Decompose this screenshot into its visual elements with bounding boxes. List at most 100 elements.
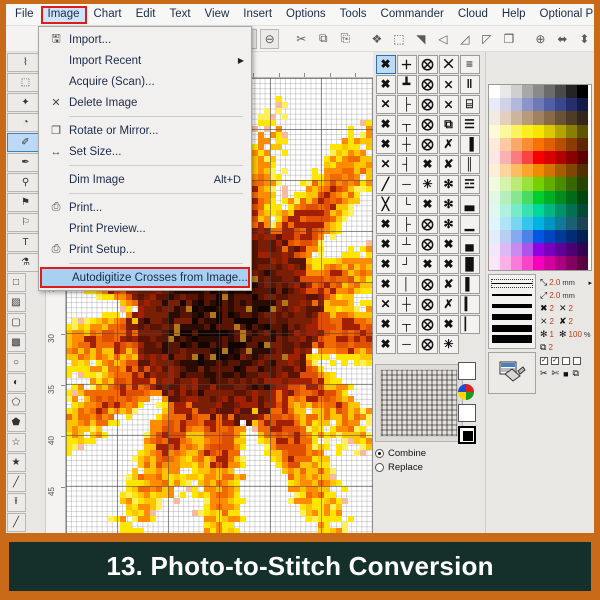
star-filled-icon[interactable]: ★	[6, 452, 26, 472]
stitch-cell[interactable]: ┘	[396, 254, 417, 274]
color-cell[interactable]	[566, 124, 577, 138]
color-cell[interactable]	[511, 164, 522, 178]
stitch-cell[interactable]: ▄	[459, 234, 480, 254]
color-cell[interactable]	[544, 137, 555, 151]
paste-icon[interactable]: ⎘	[336, 29, 355, 49]
color-cell[interactable]	[522, 164, 533, 178]
check-2[interactable]: ✓	[551, 356, 559, 365]
color-cell[interactable]	[555, 98, 566, 112]
color-wheel-icon[interactable]	[458, 384, 474, 400]
color-cell[interactable]	[500, 85, 511, 99]
stitch-cell[interactable]: ✖	[375, 214, 396, 234]
stitch-cell[interactable]: ⨉	[438, 54, 459, 74]
menu-help[interactable]: Help	[495, 6, 533, 24]
color-cell[interactable]	[566, 177, 577, 191]
stitch-cell[interactable]: ✳	[417, 174, 438, 194]
color-cell[interactable]	[533, 230, 544, 244]
mirror-right-icon[interactable]: ◸	[477, 29, 496, 49]
menu-view[interactable]: View	[198, 6, 237, 24]
color-cell[interactable]	[522, 137, 533, 151]
stitch-cell[interactable]: ▃	[459, 194, 480, 214]
selected-color-swatch[interactable]	[458, 426, 476, 444]
color-cell[interactable]	[489, 150, 500, 165]
color-cell[interactable]	[566, 85, 577, 99]
distribute-h-icon[interactable]: ⬌	[553, 29, 572, 49]
image-menu-dropdown[interactable]: 🖫 Import... Import Recent ▶ Acquire (Scan)..…	[38, 26, 252, 291]
line-icon[interactable]: ╱	[6, 472, 26, 492]
foreground-swatch[interactable]	[458, 362, 476, 380]
menu-text[interactable]: Text	[162, 6, 197, 24]
stitch-cell[interactable]: ✻	[438, 194, 459, 214]
copy-icon[interactable]: ⧉	[314, 29, 333, 49]
color-cell[interactable]	[544, 98, 555, 112]
rounded-rect-filled-icon[interactable]: ▩	[6, 332, 26, 352]
color-cell[interactable]	[544, 216, 555, 231]
color-cell[interactable]	[544, 230, 555, 244]
stitch-cell[interactable]: ✘	[438, 274, 459, 294]
check-3[interactable]	[562, 356, 570, 365]
stitch-cell[interactable]: ╳	[375, 194, 396, 214]
star-icon[interactable]: ☆	[6, 432, 26, 452]
color-cell[interactable]	[522, 177, 533, 191]
stitch-cell[interactable]: ✖	[417, 254, 438, 274]
color-cell[interactable]	[566, 150, 577, 165]
stitch-cell[interactable]: ✖	[375, 334, 396, 354]
color-cell[interactable]	[555, 256, 566, 270]
color-cell[interactable]	[522, 85, 533, 99]
color-cell[interactable]	[544, 256, 555, 270]
color-cell[interactable]	[555, 190, 566, 204]
menu-item-autodigitize-crosses-from-image[interactable]: Autodigitize Crosses from Image...	[40, 267, 250, 288]
color-palette-grid[interactable]	[488, 84, 592, 271]
color-cell[interactable]	[500, 230, 511, 244]
color-cell[interactable]	[566, 256, 577, 270]
stitch-cell[interactable]: ║	[459, 154, 480, 174]
color-cell[interactable]	[522, 98, 533, 112]
color-cell[interactable]	[544, 177, 555, 191]
color-cell[interactable]	[533, 190, 544, 204]
menu-optional-plug-ins[interactable]: Optional Plug-ins	[533, 6, 594, 24]
property-row[interactable]: ⨯ 2 ✘ 2	[540, 315, 592, 328]
stitch-cell[interactable]: ✕	[375, 294, 396, 314]
color-cell[interactable]	[533, 85, 544, 99]
color-cell[interactable]	[555, 85, 566, 99]
check-4[interactable]	[573, 356, 581, 365]
color-cell[interactable]	[522, 216, 533, 231]
property-row[interactable]: ✻ 1 ✻ 100%	[540, 328, 592, 341]
color-cell[interactable]	[577, 177, 588, 191]
stitch-cell[interactable]: ✕	[375, 94, 396, 114]
stitch-cell[interactable]: ├	[396, 214, 417, 234]
stitch-cell[interactable]: ⨂	[417, 334, 438, 354]
stitch-cell[interactable]: ▌	[459, 274, 480, 294]
color-cell[interactable]	[500, 177, 511, 191]
color-cell[interactable]	[489, 164, 500, 178]
color-cell[interactable]	[511, 150, 522, 165]
color-cell[interactable]	[511, 216, 522, 231]
color-cell[interactable]	[566, 216, 577, 231]
color-cell[interactable]	[555, 243, 566, 257]
color-cell[interactable]	[577, 111, 588, 125]
menu-commander[interactable]: Commander	[374, 6, 451, 24]
stitch-cell[interactable]: ⨂	[417, 94, 438, 114]
menu-item-print-preview[interactable]: Print Preview...	[39, 218, 251, 239]
color-cell[interactable]	[489, 230, 500, 244]
stitch-cell[interactable]: ⨂	[417, 134, 438, 154]
color-cell[interactable]	[533, 203, 544, 217]
color-cell[interactable]	[544, 203, 555, 217]
color-cell[interactable]	[500, 243, 511, 257]
color-cell[interactable]	[577, 230, 588, 244]
stitch-cell[interactable]: ✖	[375, 74, 396, 94]
color-cell[interactable]	[500, 124, 511, 138]
center-target-icon[interactable]: ⊕	[531, 29, 550, 49]
menu-cloud[interactable]: Cloud	[451, 6, 495, 24]
color-cell[interactable]	[500, 256, 511, 270]
color-cell[interactable]	[555, 111, 566, 125]
stitch-cell[interactable]: ⨂	[417, 274, 438, 294]
step-line-alt-icon[interactable]: ⭱	[6, 532, 26, 533]
color-cell[interactable]	[522, 150, 533, 165]
stitch-cell[interactable]: ✳	[438, 334, 459, 354]
menu-item-print-setup[interactable]: ⎙ Print Setup...	[39, 239, 251, 260]
color-cell[interactable]	[489, 216, 500, 231]
color-cell[interactable]	[566, 164, 577, 178]
stitch-cell[interactable]: ⨂	[417, 114, 438, 134]
color-cell[interactable]	[500, 203, 511, 217]
